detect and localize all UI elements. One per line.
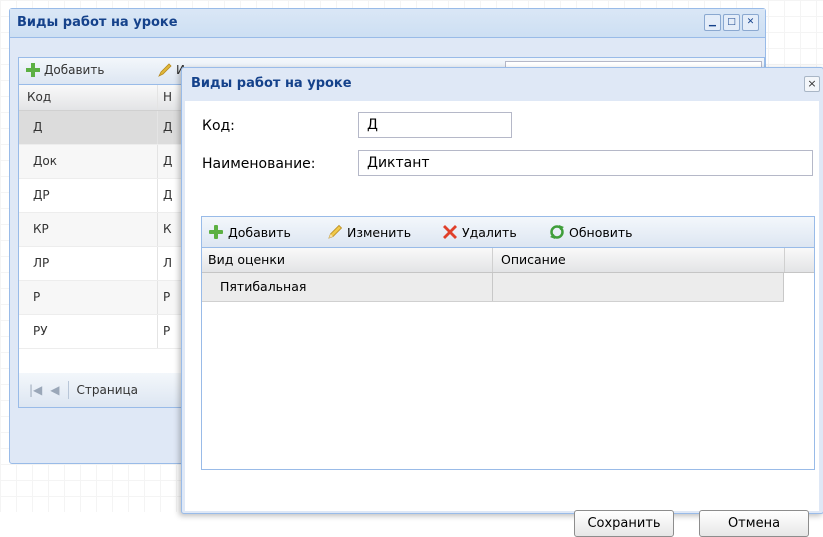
cell-name: К <box>163 222 172 236</box>
pencil-icon <box>328 224 343 239</box>
name-label: Наименование: <box>202 156 316 172</box>
cell-name: Л <box>163 256 173 270</box>
edit-label: Изменить <box>347 224 412 240</box>
cell-code: Р <box>33 290 41 304</box>
maximize-button[interactable]: □ <box>723 14 740 31</box>
refresh-label: Обновить <box>569 224 633 240</box>
dialog-close-button[interactable]: × <box>804 76 820 92</box>
name-input[interactable] <box>358 150 813 176</box>
cell-code: Д <box>33 120 43 134</box>
cell-grade-type: Пятибальная <box>220 279 307 294</box>
window-tools: ▁ □ ✕ <box>704 14 759 31</box>
cell-name: Р <box>163 290 171 304</box>
grade-types-toolbar: Добавить Изменить Удалить Обновить <box>202 217 814 248</box>
cancel-button[interactable]: Отмена <box>699 510 809 537</box>
column-header-grade-type[interactable]: Вид оценки <box>202 248 492 272</box>
pencil-icon <box>158 63 172 77</box>
close-button[interactable]: ✕ <box>742 14 759 31</box>
dialog-title: Виды работ на уроке <box>191 76 352 91</box>
code-label: Код: <box>202 118 235 134</box>
plus-icon <box>209 225 223 239</box>
edit-dialog: Виды работ на уроке × Код: Наименование:… <box>181 67 823 537</box>
cell-name: Д <box>163 154 173 168</box>
edit-button[interactable]: Изменить <box>327 222 411 242</box>
refresh-icon <box>550 225 564 239</box>
save-button[interactable]: Сохранить <box>574 510 674 537</box>
cell-name: Д <box>163 188 173 202</box>
cell-name: Д <box>163 120 173 134</box>
prev-page-icon[interactable]: ◀ <box>50 383 59 397</box>
column-header-name[interactable]: Н <box>163 85 172 110</box>
grade-types-panel: Добавить Изменить Удалить Обновить Вид о… <box>201 216 815 470</box>
code-input[interactable] <box>358 112 512 138</box>
first-page-icon[interactable]: |◀ <box>29 383 42 397</box>
dialog-body: Код: Наименование: Добавить И <box>185 101 819 537</box>
cell-code: Док <box>33 154 57 168</box>
cell-code: ДР <box>33 188 50 202</box>
refresh-button[interactable]: Обновить <box>549 222 633 242</box>
background-window-title: Виды работ на уроке <box>10 9 765 38</box>
delete-button[interactable]: Удалить <box>442 222 517 242</box>
cell-code: ЛР <box>33 256 50 270</box>
cell-code: КР <box>33 222 49 236</box>
table-row[interactable]: Пятибальная <box>202 273 784 302</box>
column-header-description[interactable]: Описание <box>492 248 784 272</box>
cell-name: Р <box>163 324 171 338</box>
cell-description <box>492 273 784 301</box>
cell-code: РУ <box>33 324 48 338</box>
delete-x-icon <box>443 225 457 239</box>
column-header-spacer <box>784 248 814 272</box>
pager-separator <box>67 381 69 399</box>
minimize-button[interactable]: ▁ <box>704 14 721 31</box>
pager-page-label: Страница <box>76 383 139 397</box>
column-header-code[interactable]: Код <box>27 85 51 110</box>
background-add-button[interactable]: Добавить <box>25 62 104 78</box>
plus-icon <box>26 63 40 77</box>
delete-label: Удалить <box>462 224 517 240</box>
add-label: Добавить <box>228 224 291 240</box>
grade-types-header: Вид оценки Описание <box>202 248 814 273</box>
add-button[interactable]: Добавить <box>208 222 291 242</box>
background-add-label: Добавить <box>44 63 105 77</box>
